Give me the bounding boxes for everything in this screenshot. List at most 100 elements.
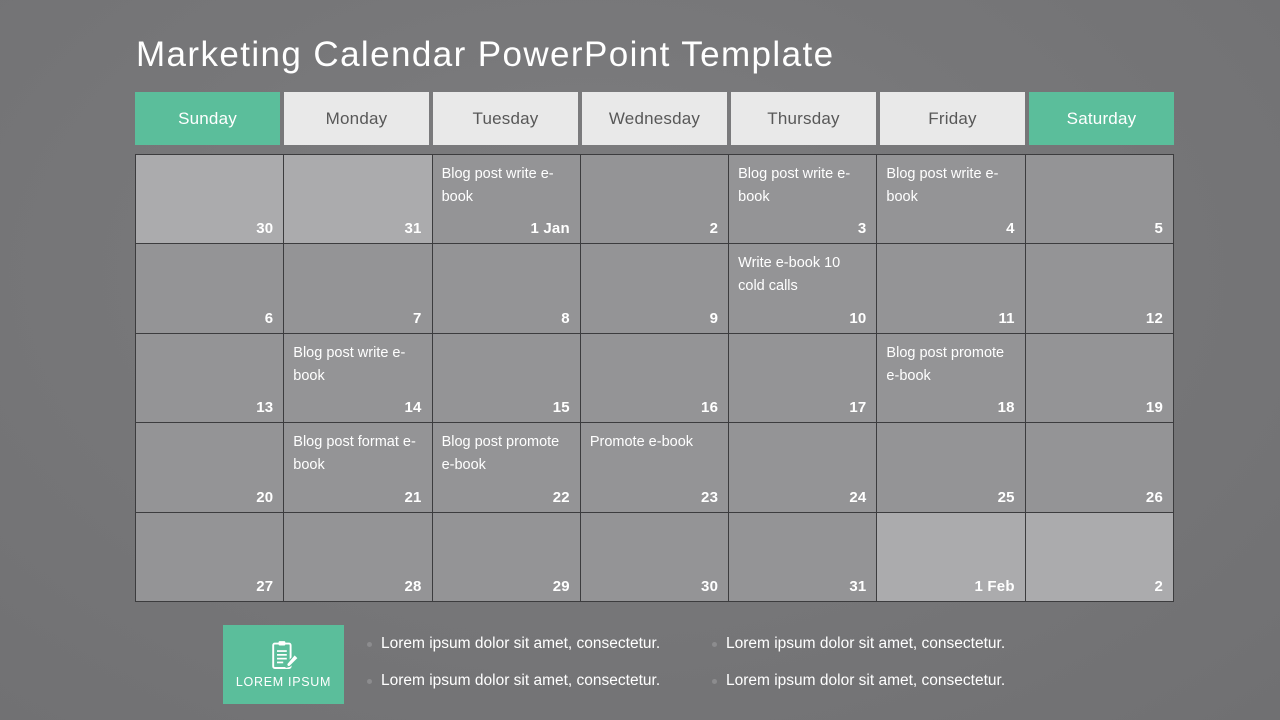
calendar-day-cell[interactable]: 12 [1025, 244, 1173, 333]
calendar-day-cell[interactable]: 1 Feb [877, 512, 1025, 601]
calendar-day-cell[interactable]: Blog post write e-book 1 Jan [432, 155, 580, 244]
calendar-day-number: 16 [701, 399, 719, 417]
calendar-day-cell[interactable]: Blog post promote e-book 22 [432, 423, 580, 512]
calendar-day-number: 7 [413, 309, 422, 327]
legend-bullet-item: Lorem ipsum dolor sit amet, consectetur. [367, 670, 712, 707]
day-header-thursday[interactable]: Thursday [731, 92, 876, 145]
calendar-day-number: 10 [849, 309, 867, 327]
calendar-event-text: Blog post write e-book [886, 166, 999, 205]
bullet-dot-icon [712, 642, 717, 647]
calendar-day-cell[interactable]: 31 [284, 155, 432, 244]
calendar-day-cell[interactable]: Blog post promote e-book 18 [877, 333, 1025, 423]
calendar-day-cell[interactable]: Blog post write e-book 3 [729, 155, 877, 244]
legend-badge[interactable]: LOREM IPSUM [223, 625, 344, 704]
calendar-event-text: Blog post format e-book [293, 434, 416, 474]
calendar-day-number: 29 [552, 578, 570, 595]
calendar-day-cell[interactable]: 11 [877, 244, 1025, 333]
calendar-day-cell[interactable]: Blog post format e-book 21 [284, 423, 432, 512]
calendar-day-number: 11 [998, 309, 1015, 327]
legend-bullet-text: Lorem ipsum dolor sit amet, consectetur. [726, 635, 1006, 652]
clipboard-pencil-icon [269, 640, 299, 674]
day-header-wednesday[interactable]: Wednesday [582, 92, 727, 145]
calendar-day-cell[interactable]: 7 [284, 244, 432, 333]
calendar-day-number: 1 Feb [974, 578, 1015, 595]
calendar-day-cell[interactable]: 2 [580, 155, 729, 244]
calendar-day-cell[interactable]: 29 [432, 512, 580, 601]
calendar-day-number: 19 [1145, 399, 1163, 417]
calendar-day-cell[interactable]: 24 [729, 423, 877, 512]
calendar-day-cell[interactable]: 30 [580, 512, 729, 601]
calendar-day-cell[interactable]: 13 [136, 333, 284, 423]
calendar-day-number: 20 [256, 488, 274, 506]
calendar-event-text: Blog post write e-book [738, 166, 851, 205]
calendar-day-number: 5 [1154, 220, 1163, 238]
calendar-grid: 30 31 Blog post write e-book 1 Jan 2 Blog pos… [135, 154, 1174, 602]
calendar-day-cell[interactable]: 27 [136, 512, 284, 601]
calendar-event-text: Blog post write e-book [441, 166, 554, 205]
calendar-day-cell[interactable]: 25 [877, 423, 1025, 512]
calendar-day-cell[interactable]: Blog post write e-book 4 [877, 155, 1025, 244]
calendar-day-cell[interactable]: 16 [580, 333, 729, 423]
calendar-day-number: 18 [997, 399, 1015, 417]
footer-legend: LOREM IPSUM Lorem ipsum dolor sit amet, … [135, 617, 1174, 709]
calendar-day-number: 15 [552, 399, 570, 417]
calendar-day-cell[interactable]: 2 [1025, 512, 1173, 601]
calendar-day-cell[interactable]: 8 [432, 244, 580, 333]
calendar-day-cell[interactable]: 31 [729, 512, 877, 601]
day-header-friday[interactable]: Friday [880, 92, 1025, 145]
day-header-monday[interactable]: Monday [284, 92, 429, 145]
legend-bullet-text: Lorem ipsum dolor sit amet, consectetur. [381, 672, 661, 689]
calendar-day-number: 23 [701, 488, 719, 506]
calendar-day-number: 31 [849, 578, 867, 595]
bullet-dot-icon [367, 642, 372, 647]
page-title: Marketing Calendar PowerPoint Template [136, 35, 835, 74]
bullet-dot-icon [367, 679, 372, 684]
day-of-week-header-row: Sunday Monday Tuesday Wednesday Thursday Frid… [135, 92, 1174, 145]
calendar-day-number: 2 [1154, 578, 1163, 595]
calendar-event-text: Blog post promote e-book [441, 434, 560, 474]
calendar-day-cell[interactable]: 6 [136, 244, 284, 333]
calendar-day-number: 1 Jan [530, 220, 570, 238]
calendar-day-cell[interactable]: 30 [136, 155, 284, 244]
calendar-day-number: 2 [709, 220, 719, 238]
calendar-day-number: 9 [709, 309, 719, 327]
calendar-day-cell[interactable]: 26 [1025, 423, 1173, 512]
slide-canvas: Marketing Calendar PowerPoint Template S… [0, 0, 1280, 720]
calendar-day-number: 26 [1145, 488, 1163, 506]
calendar-day-number: 28 [404, 578, 422, 595]
bullet-dot-icon [712, 679, 717, 684]
calendar-day-cell[interactable]: 20 [136, 423, 284, 512]
calendar-day-number: 30 [256, 220, 274, 238]
calendar-day-number: 17 [849, 399, 867, 417]
day-header-sunday[interactable]: Sunday [135, 92, 280, 145]
day-header-saturday[interactable]: Saturday [1029, 92, 1174, 145]
calendar-day-number: 27 [256, 578, 274, 595]
calendar-day-number: 14 [404, 399, 422, 417]
legend-bullet-item: Lorem ipsum dolor sit amet, consectetur. [712, 633, 1177, 670]
calendar-day-number: 13 [256, 399, 274, 417]
legend-bullet-list: Lorem ipsum dolor sit amet, consectetur.… [367, 633, 1177, 707]
legend-badge-label: LOREM IPSUM [235, 674, 332, 689]
calendar-event-text: Blog post promote e-book [886, 344, 1005, 384]
calendar-day-cell[interactable]: 17 [729, 333, 877, 423]
calendar-day-number: 21 [404, 488, 422, 506]
calendar-day-number: 3 [857, 220, 867, 238]
calendar-day-number: 12 [1145, 309, 1163, 327]
calendar-day-cell[interactable]: 9 [580, 244, 729, 333]
calendar-day-cell[interactable]: 15 [432, 333, 580, 423]
calendar-day-number: 30 [701, 578, 719, 595]
legend-bullet-text: Lorem ipsum dolor sit amet, consectetur. [726, 672, 1006, 689]
calendar-day-number: 6 [264, 309, 274, 327]
calendar-day-cell[interactable]: 28 [284, 512, 432, 601]
calendar-day-cell[interactable]: Promote e-book 23 [580, 423, 729, 512]
calendar-day-number: 8 [561, 309, 570, 327]
calendar-day-cell[interactable]: 5 [1025, 155, 1173, 244]
calendar-event-text: Write e-book 10 cold calls [738, 255, 841, 295]
calendar-day-cell[interactable]: 19 [1025, 333, 1173, 423]
day-header-tuesday[interactable]: Tuesday [433, 92, 578, 145]
calendar-day-cell[interactable]: Write e-book 10 cold calls 10 [729, 244, 877, 333]
calendar-day-number: 24 [849, 488, 867, 506]
calendar-day-cell[interactable]: Blog post write e-book 14 [284, 333, 432, 423]
calendar-event-text: Blog post write e-book [293, 344, 406, 384]
calendar-day-number: 31 [404, 220, 422, 238]
